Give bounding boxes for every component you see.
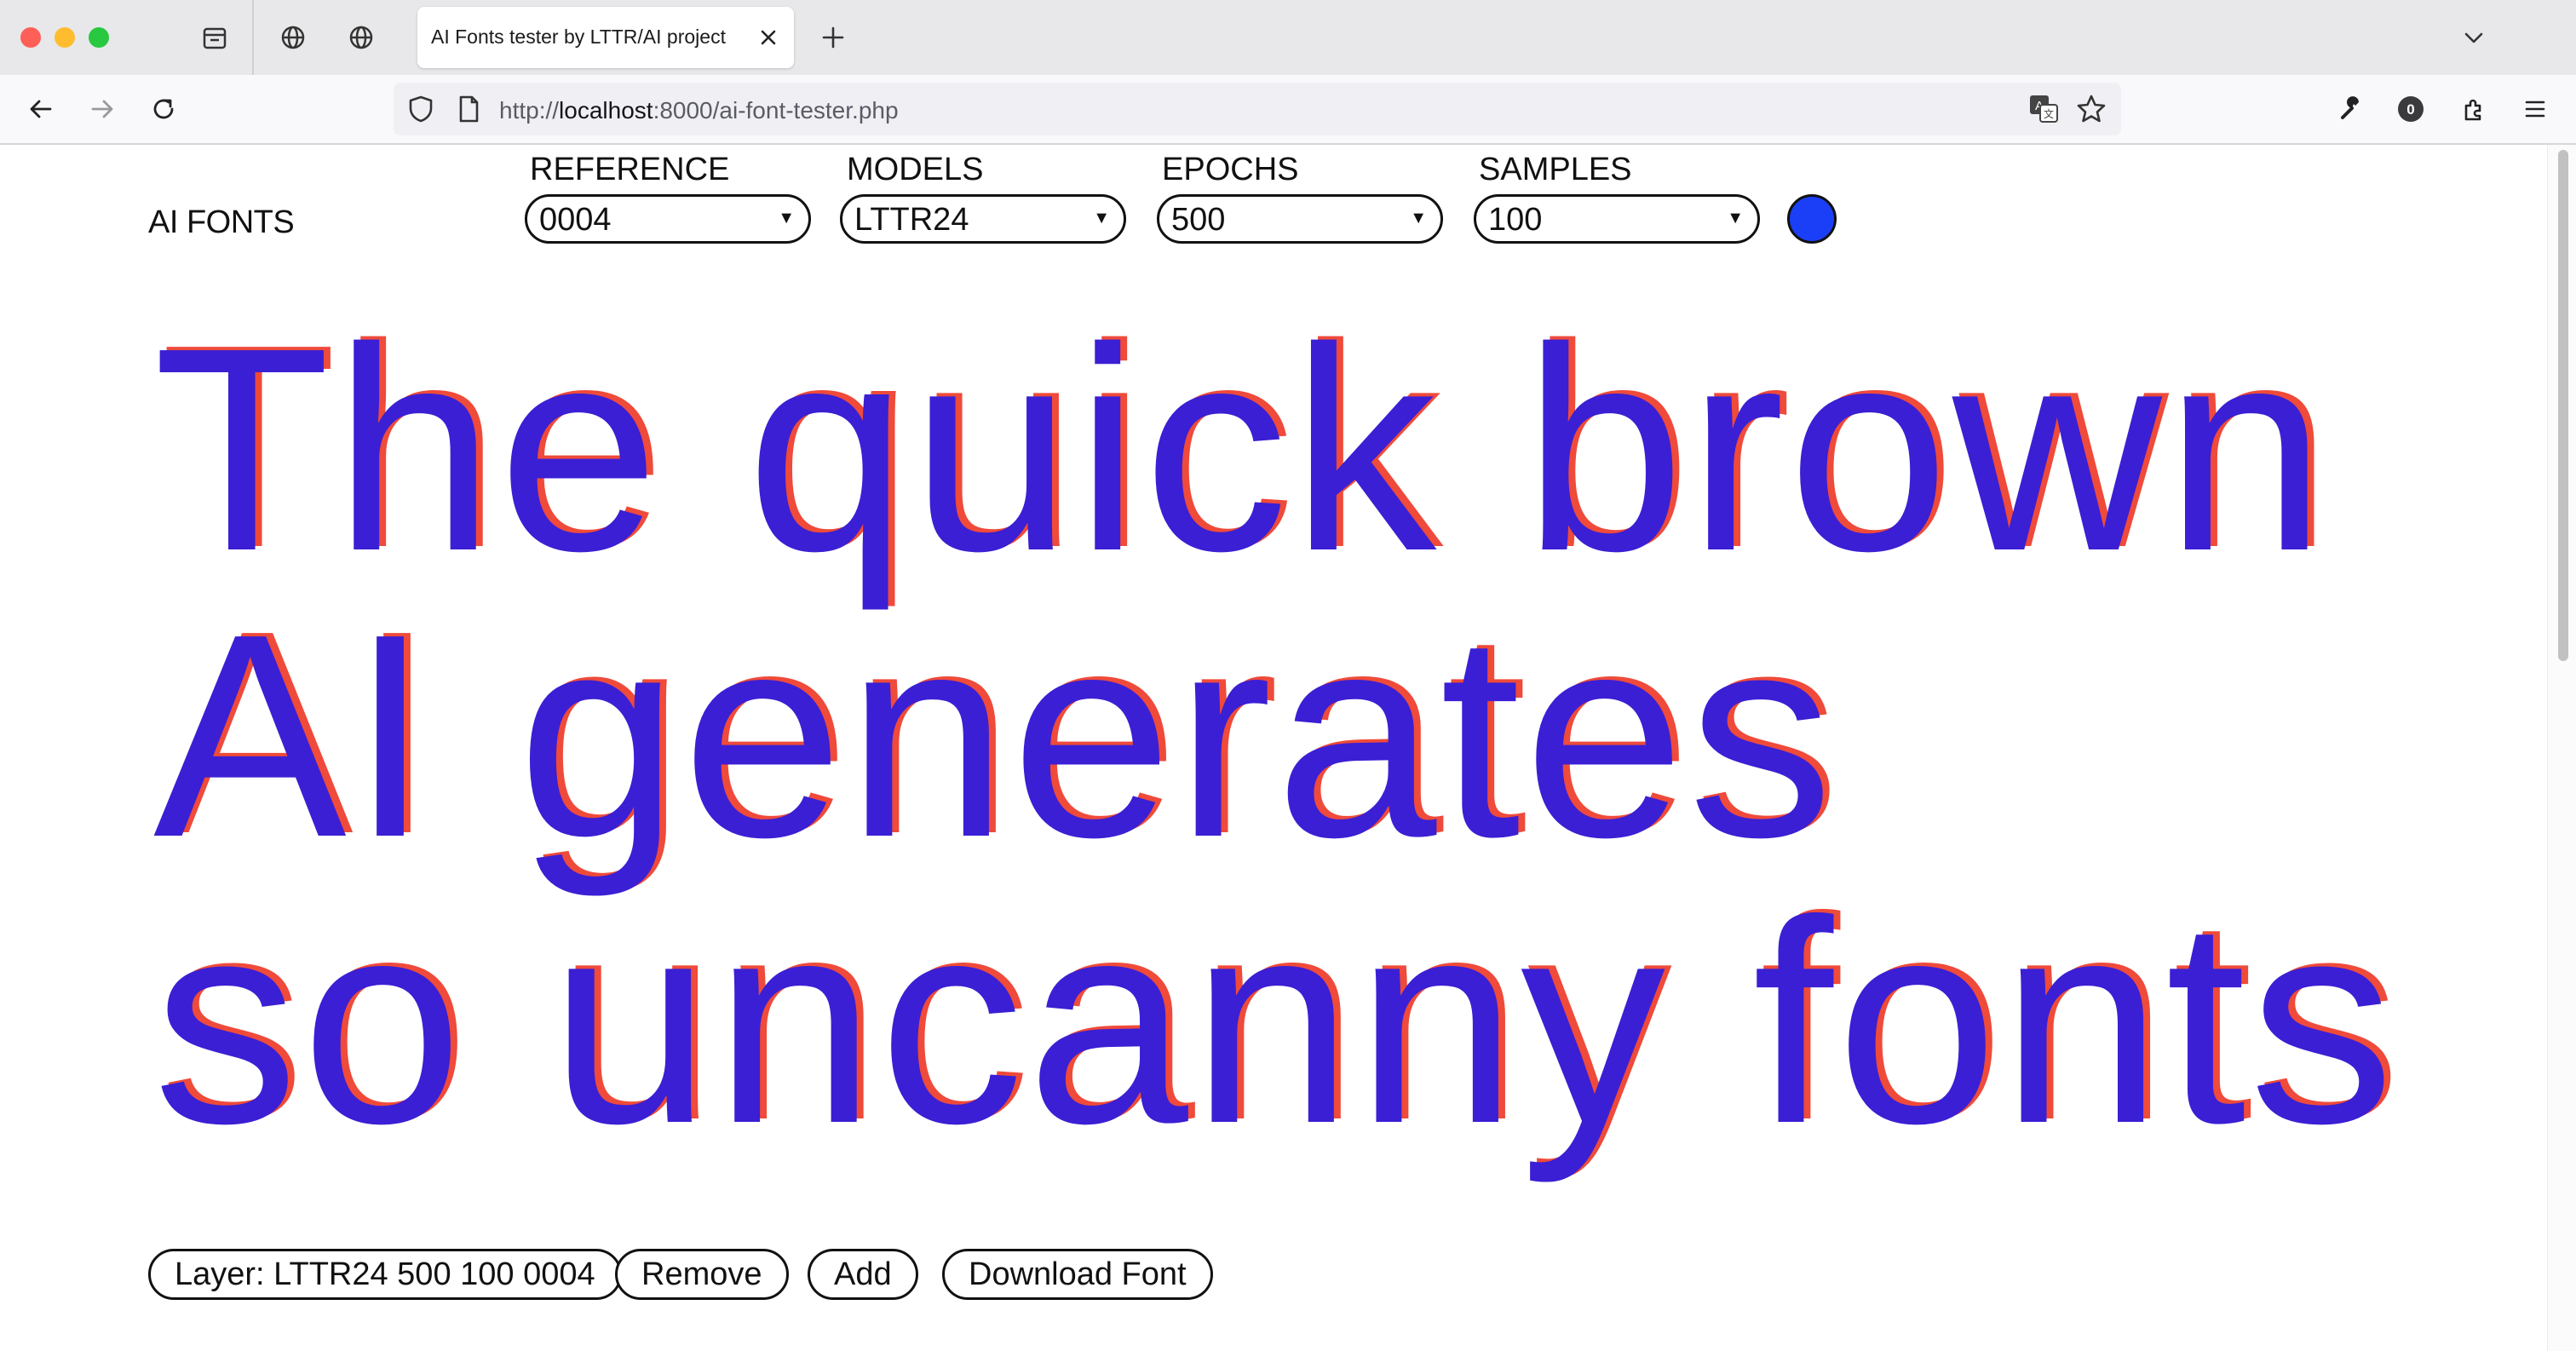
dropdown-arrow-icon: ▼ xyxy=(778,209,795,227)
tab-divider xyxy=(252,0,254,75)
forward-icon[interactable] xyxy=(83,90,121,128)
account-icon[interactable]: 0 xyxy=(2392,90,2429,128)
globe-icon[interactable] xyxy=(342,19,380,56)
sample-line: The quick brown The quick brown xyxy=(153,302,2504,595)
samples-select[interactable]: 100 ▼ xyxy=(1474,194,1760,244)
plus-icon[interactable] xyxy=(814,19,852,56)
tab-groups-icon[interactable] xyxy=(196,19,233,56)
svg-text:文: 文 xyxy=(2044,107,2054,120)
epochs-label: EPOCHS xyxy=(1162,152,1299,187)
tab-strip: AI Fonts tester by LTTR/AI project xyxy=(0,0,2576,75)
epochs-value: 500 xyxy=(1171,202,1226,238)
star-icon[interactable] xyxy=(2075,93,2107,129)
scrollbar-thumb[interactable] xyxy=(2558,150,2568,661)
close-window-button[interactable] xyxy=(20,27,41,48)
url-text[interactable]: http://localhost:8000/ai-font-tester.php xyxy=(499,97,899,124)
reload-icon[interactable] xyxy=(145,90,182,128)
remove-button[interactable]: Remove xyxy=(615,1249,789,1300)
translate-icon[interactable]: A文 xyxy=(2027,93,2060,129)
layer-button[interactable]: Layer: LTTR24 500 100 0004 xyxy=(148,1249,622,1300)
samples-value: 100 xyxy=(1488,202,1543,238)
reference-select[interactable]: 0004 ▼ xyxy=(525,194,811,244)
reference-label: REFERENCE xyxy=(530,152,730,187)
svg-text:0: 0 xyxy=(2406,101,2414,118)
shield-icon[interactable] xyxy=(405,94,436,129)
color-picker[interactable] xyxy=(1787,194,1837,244)
page-icon[interactable] xyxy=(453,94,484,129)
url-bar[interactable]: http://localhost:8000/ai-font-tester.php… xyxy=(394,83,2121,135)
globe-icon[interactable] xyxy=(274,19,312,56)
sample-text: The quick brown xyxy=(153,288,2330,612)
brand-title: AI FONTS xyxy=(148,204,295,240)
sample-text: AI generates xyxy=(153,574,1837,898)
reference-value: 0004 xyxy=(539,202,612,238)
models-select[interactable]: LTTR24 ▼ xyxy=(840,194,1126,244)
models-value: LTTR24 xyxy=(854,202,969,238)
minimize-window-button[interactable] xyxy=(55,27,75,48)
models-label: MODELS xyxy=(847,152,984,187)
epochs-select[interactable]: 500 ▼ xyxy=(1157,194,1443,244)
zoom-window-button[interactable] xyxy=(89,27,109,48)
active-tab[interactable]: AI Fonts tester by LTTR/AI project xyxy=(417,7,794,68)
dropdown-arrow-icon: ▼ xyxy=(1410,209,1427,227)
chevron-down-icon[interactable] xyxy=(2455,19,2493,56)
extensions-icon[interactable] xyxy=(2455,90,2493,128)
page-content: AI FONTS REFERENCE 0004 ▼ MODELS LTTR24 … xyxy=(0,145,2547,1351)
back-icon[interactable] xyxy=(22,90,60,128)
tab-title: AI Fonts tester by LTTR/AI project xyxy=(431,26,726,48)
menu-icon[interactable] xyxy=(2516,90,2554,128)
close-icon[interactable] xyxy=(751,20,785,55)
scrollbar[interactable] xyxy=(2547,145,2576,1351)
add-button[interactable]: Add xyxy=(808,1249,918,1300)
sample-text: so uncanny fonts xyxy=(153,860,2398,1184)
sample-line: so uncanny fonts so uncanny fonts xyxy=(153,874,2504,1167)
download-font-button[interactable]: Download Font xyxy=(942,1249,1213,1300)
dropdown-arrow-icon: ▼ xyxy=(1093,209,1110,227)
sample-line: AI generates AI generates xyxy=(153,588,2504,881)
samples-label: SAMPLES xyxy=(1479,152,1632,187)
font-sample-area[interactable]: The quick brown The quick brown AI gener… xyxy=(153,302,2504,1167)
wrench-icon[interactable] xyxy=(2332,90,2370,128)
dropdown-arrow-icon: ▼ xyxy=(1727,209,1744,227)
navigation-bar: http://localhost:8000/ai-font-tester.php… xyxy=(0,75,2576,145)
